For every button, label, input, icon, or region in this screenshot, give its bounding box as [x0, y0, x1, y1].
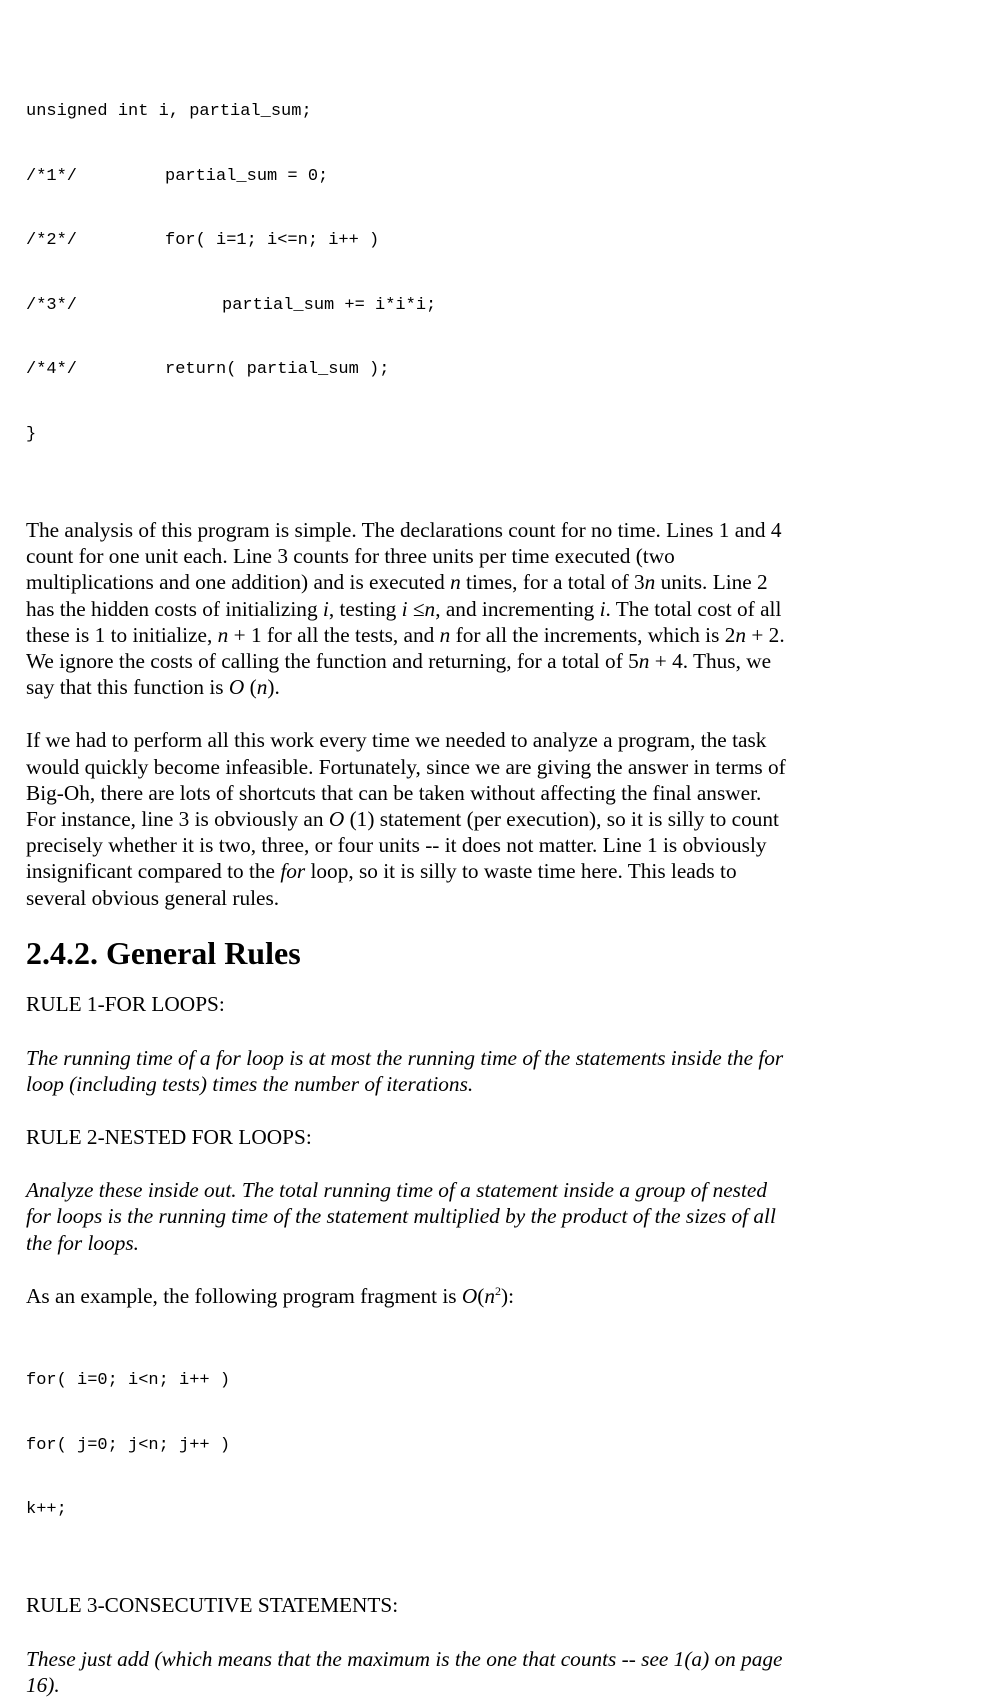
- code-block-nested: for( i=0; i<n; i++ ) for( j=0; j<n; j++ …: [26, 1327, 856, 1564]
- text-line: Big-Oh, there are lots of shortcuts that…: [26, 780, 762, 805]
- text-line: If we had to perform all this work every…: [26, 728, 767, 753]
- rule-3-title: RULE 3-CONSECUTIVE STATEMENTS:: [26, 1592, 399, 1617]
- code-line-3: /*3*/ partial_sum += i*i*i;: [26, 295, 856, 317]
- text-line: several obvious general rules.: [26, 885, 280, 910]
- document-page: unsigned int i, partial_sum; /*1*/ partia…: [26, 58, 856, 1698]
- leq-symbol: ≤: [407, 596, 425, 621]
- code-block-sum: unsigned int i, partial_sum; /*1*/ partia…: [26, 58, 856, 488]
- text-line: precisely whether it is two, three, or f…: [26, 833, 767, 858]
- rule-3-text: These just add (which means that the max…: [26, 1646, 856, 1698]
- text-line: count for one unit each. Line 3 counts f…: [26, 544, 675, 569]
- code-text: partial_sum += i*i*i;: [222, 295, 437, 315]
- text-line: has the hidden costs of initializing i, …: [26, 596, 782, 621]
- text-line: insignificant compared to the for loop, …: [26, 859, 737, 884]
- text-line: the for loops.: [26, 1230, 139, 1255]
- code-line: for( i=0; i<n; i++ ): [26, 1371, 231, 1391]
- section-heading: 2.4.2. General Rules: [26, 934, 301, 971]
- text-line: The analysis of this program is simple. …: [26, 518, 782, 542]
- rule-1-text: The running time of a for loop is at mos…: [26, 1045, 856, 1097]
- text-line: We ignore the costs of calling the funct…: [26, 649, 772, 674]
- line-number: /*3*/: [26, 295, 78, 315]
- text-line: say that this function is O (n).: [26, 675, 280, 700]
- analysis-paragraph: The analysis of this program is simple. …: [26, 517, 856, 700]
- code-line-2: /*2*/ for( i=1; i<=n; i++ ): [26, 230, 856, 252]
- rule-2-text: Analyze these inside out. The total runn…: [26, 1177, 856, 1256]
- line-number: /*2*/: [26, 231, 78, 250]
- code-line-4: /*4*/ return( partial_sum );: [26, 359, 856, 381]
- text-line: for loops is the running time of the sta…: [26, 1204, 776, 1229]
- text-line: The running time of a for loop is at mos…: [26, 1045, 784, 1070]
- code-line: k++;: [26, 1500, 67, 1520]
- text-line: these is 1 to initialize, n + 1 for all …: [26, 622, 785, 647]
- code-text: return( partial_sum );: [165, 360, 390, 379]
- line-number: /*1*/: [26, 166, 78, 186]
- text-line: loop (including tests) times the number …: [26, 1072, 474, 1097]
- code-close-brace: }: [26, 424, 37, 444]
- line-number: /*4*/: [26, 360, 78, 379]
- code-declaration: unsigned int i, partial_sum;: [26, 102, 312, 121]
- text-line: 16).: [26, 1672, 60, 1697]
- code-line: for( j=0; j<n; j++ ): [26, 1435, 231, 1455]
- rule-1-title: RULE 1-FOR LOOPS:: [26, 991, 225, 1016]
- code-line-1: /*1*/ partial_sum = 0;: [26, 166, 856, 188]
- shortcuts-paragraph: If we had to perform all this work every…: [26, 727, 856, 910]
- text-line: Analyze these inside out. The total runn…: [26, 1178, 767, 1203]
- text-line: would quickly become infeasible. Fortuna…: [26, 754, 786, 779]
- text-line: For instance, line 3 is obviously an O (…: [26, 807, 779, 832]
- rule-2-title: RULE 2-NESTED FOR LOOPS:: [26, 1125, 312, 1150]
- text-line: multiplications and one addition) and is…: [26, 570, 768, 595]
- code-text: for( i=1; i<=n; i++ ): [165, 231, 380, 250]
- code-text: partial_sum = 0;: [165, 166, 329, 186]
- text-line: These just add (which means that the max…: [26, 1646, 783, 1671]
